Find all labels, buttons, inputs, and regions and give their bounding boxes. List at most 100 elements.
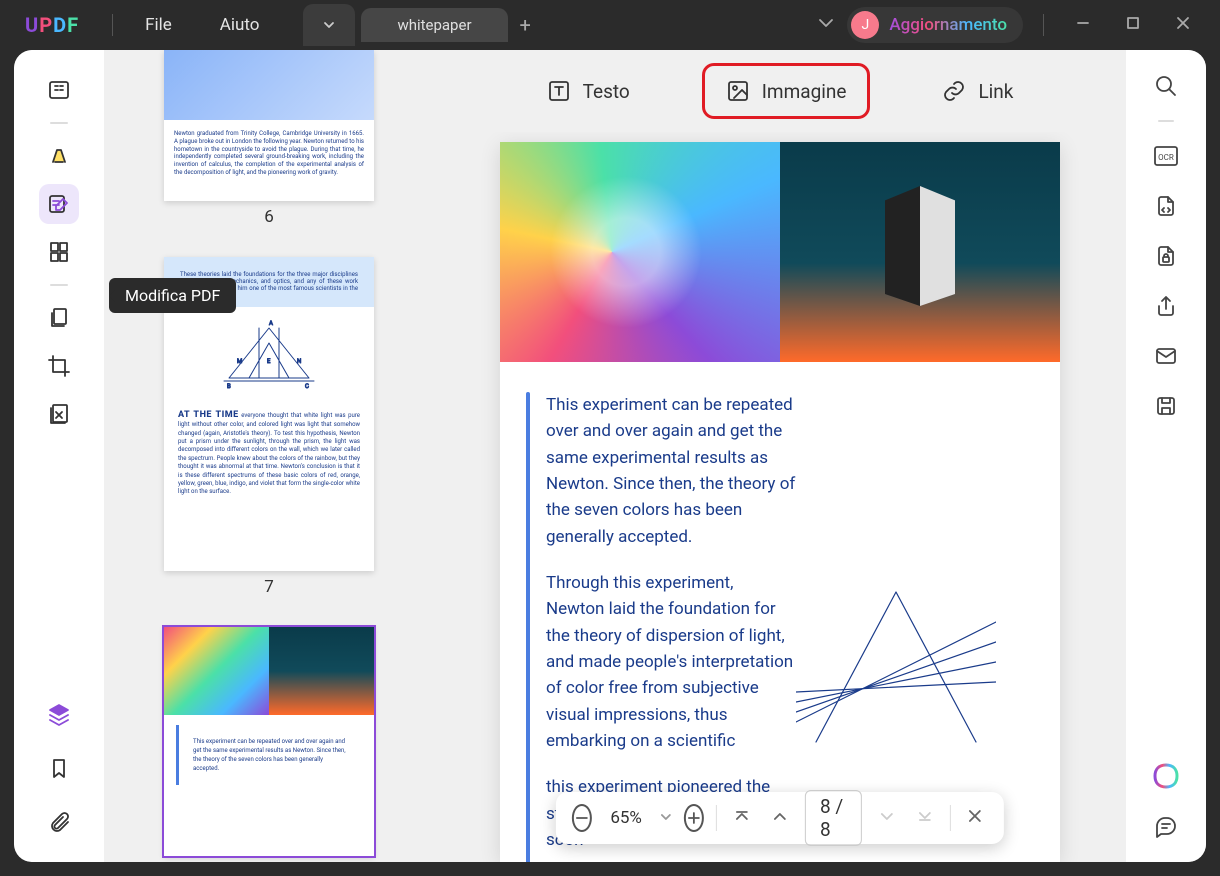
minimize-button[interactable] — [1064, 16, 1102, 34]
layers-button[interactable] — [39, 694, 79, 734]
menu-help[interactable]: Aiuto — [196, 15, 284, 35]
comment-icon — [1154, 814, 1178, 838]
separator — [50, 122, 68, 124]
redact-tool[interactable] — [39, 394, 79, 434]
redact-icon — [47, 402, 71, 426]
tabs-overflow[interactable] — [817, 14, 835, 36]
thumbnail-panel[interactable]: Newton graduated from Trinity College, C… — [104, 50, 434, 862]
app-logo: UPDF — [0, 13, 104, 37]
thumbnail-page-6[interactable]: Newton graduated from Trinity College, C… — [164, 50, 374, 201]
divider — [1043, 14, 1044, 36]
zoom-toolbar: 65% 8 / 8 — [556, 792, 1004, 844]
maximize-button[interactable] — [1114, 16, 1152, 34]
page-number: 7 — [264, 577, 274, 597]
search-button[interactable] — [1150, 70, 1182, 102]
page-tools[interactable] — [39, 298, 79, 338]
search-icon — [1154, 74, 1178, 98]
crop-icon — [47, 354, 71, 378]
convert-button[interactable] — [1150, 190, 1182, 222]
edit-text-tab[interactable]: Testo — [529, 69, 648, 113]
update-label: Aggiornamento — [889, 15, 1007, 35]
zoom-out-button[interactable] — [572, 804, 592, 832]
zoom-in-button[interactable] — [684, 804, 704, 832]
ai-icon — [1153, 763, 1179, 789]
attachment-button[interactable] — [39, 802, 79, 842]
protect-button[interactable] — [1150, 240, 1182, 272]
zoom-dropdown[interactable] — [660, 811, 672, 826]
chevron-down-icon — [660, 811, 672, 823]
close-icon — [966, 807, 984, 825]
lock-file-icon — [1154, 244, 1178, 268]
separator — [1158, 120, 1174, 122]
svg-text:N: N — [297, 358, 301, 365]
plus-icon — [687, 811, 701, 825]
next-page-button[interactable] — [873, 803, 899, 833]
pages-icon — [47, 240, 71, 264]
edit-mode-tabs: Testo Immagine Link — [434, 50, 1126, 132]
divider — [112, 14, 113, 36]
svg-text:E: E — [267, 358, 271, 365]
zoom-value[interactable]: 65% — [604, 808, 648, 828]
share-button[interactable] — [1150, 290, 1182, 322]
tooltip: Modifica PDF — [109, 278, 236, 313]
page-indicator[interactable]: 8 / 8 — [805, 790, 861, 846]
edit-link-tab[interactable]: Link — [924, 69, 1031, 113]
separator — [949, 805, 950, 831]
comment-tool[interactable] — [39, 136, 79, 176]
close-button[interactable] — [1164, 16, 1202, 34]
chevron-top-icon — [733, 807, 751, 825]
chevron-bottom-icon — [915, 807, 933, 825]
ocr-button[interactable]: OCR — [1150, 140, 1182, 172]
page-hero-image[interactable] — [500, 142, 1060, 362]
right-toolbar: OCR — [1126, 50, 1206, 862]
document-tab[interactable]: whitepaper — [361, 8, 507, 42]
bookmark-icon — [48, 757, 70, 779]
page-stack-icon — [47, 306, 71, 330]
crop-tool[interactable] — [39, 346, 79, 386]
chevron-down-icon — [817, 14, 835, 32]
menu-file[interactable]: File — [121, 15, 196, 35]
save-button[interactable] — [1150, 390, 1182, 422]
maximize-icon — [1126, 16, 1140, 30]
svg-text:B: B — [227, 383, 231, 390]
email-button[interactable] — [1150, 340, 1182, 372]
new-tab-button[interactable]: + — [508, 13, 543, 37]
ai-button[interactable] — [1150, 760, 1182, 792]
edit-icon — [47, 192, 71, 216]
svg-text:C: C — [305, 383, 309, 390]
first-page-button[interactable] — [729, 803, 755, 833]
edit-pdf-tool[interactable] — [39, 184, 79, 224]
chevron-up-icon — [771, 807, 789, 825]
page-number: 6 — [264, 207, 274, 227]
ocr-icon: OCR — [1153, 143, 1179, 169]
separator — [716, 805, 717, 831]
left-toolbar: Modifica PDF — [14, 50, 104, 862]
layers-icon — [47, 702, 71, 726]
organize-tool[interactable] — [39, 232, 79, 272]
close-icon — [1176, 16, 1190, 30]
chevron-down-icon — [877, 807, 895, 825]
svg-text:M: M — [237, 358, 242, 365]
paperclip-icon — [48, 811, 70, 833]
book-icon — [47, 78, 71, 102]
reader-tool[interactable] — [39, 70, 79, 110]
bookmark-button[interactable] — [39, 748, 79, 788]
thumbnail-page-8[interactable]: This experiment can be repeated over and… — [164, 627, 374, 856]
page-content[interactable]: This experiment can be repeated over and… — [500, 142, 1060, 862]
highlighter-icon — [47, 144, 71, 168]
text-icon — [547, 79, 571, 103]
separator — [50, 284, 68, 286]
close-toolbar-button[interactable] — [962, 803, 988, 833]
quote-bar — [526, 392, 530, 862]
save-icon — [1154, 394, 1178, 418]
minimize-icon — [1076, 16, 1090, 30]
comments-panel-button[interactable] — [1150, 810, 1182, 842]
prev-page-button[interactable] — [767, 803, 793, 833]
edit-image-tab[interactable]: Immagine — [708, 69, 865, 113]
update-button[interactable]: J Aggiornamento — [847, 7, 1023, 43]
share-icon — [1154, 294, 1178, 318]
tab-dropdown[interactable] — [303, 4, 355, 46]
mail-icon — [1154, 344, 1178, 368]
document-stage[interactable]: This experiment can be repeated over and… — [434, 132, 1126, 862]
last-page-button[interactable] — [911, 803, 937, 833]
